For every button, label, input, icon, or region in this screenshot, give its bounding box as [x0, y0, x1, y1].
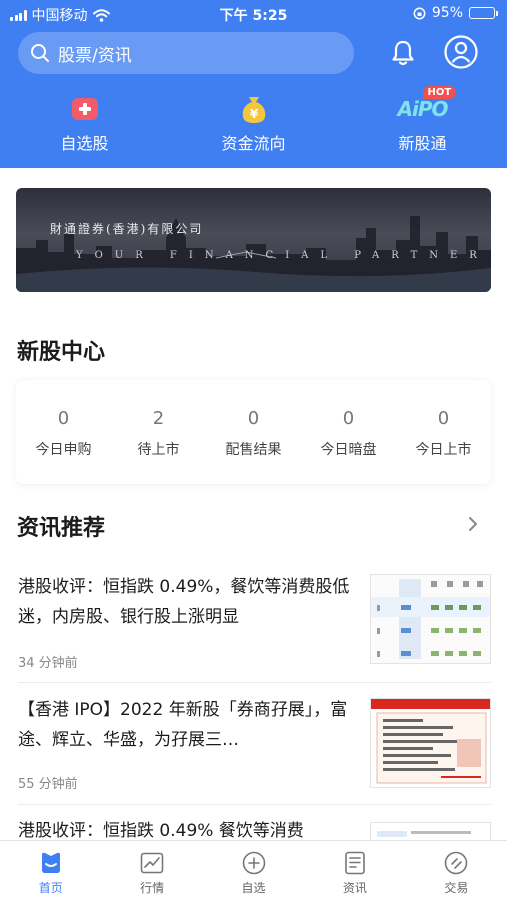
- notification-bell-icon[interactable]: [388, 38, 418, 68]
- news-thumbnail: [370, 574, 491, 664]
- quick-nav-new-ipo[interactable]: AiPO HOT 新股通: [338, 86, 507, 158]
- quick-nav-capital-flow[interactable]: ¥ 资金流向: [169, 92, 338, 158]
- aipo-icon: AiPO: [397, 97, 449, 121]
- promo-banner[interactable]: 財通證券(香港)有限公司 YOUR FINANCIAL PARTNER: [16, 188, 491, 292]
- news-time: 55 分钟前: [18, 777, 78, 792]
- top-header: 中国移动 下午 5:25 95% 股票/资讯 自选股 ¥ 资金流向 AiPO H…: [0, 0, 507, 168]
- news-item[interactable]: 港股收评：恒指跌 0.49% 餐饮等消费: [18, 816, 491, 840]
- orientation-lock-icon: [413, 7, 426, 19]
- ipo-stat-label: 待上市: [137, 442, 180, 458]
- city-skyline-image: [16, 216, 491, 292]
- chevron-right-icon[interactable]: [466, 516, 480, 532]
- banner-title: 財通證券(香港)有限公司: [50, 222, 204, 236]
- tab-news[interactable]: 资讯: [304, 841, 405, 900]
- ipo-stat-label: 今日暗盘: [320, 442, 377, 458]
- quick-nav-watchlist[interactable]: 自选股: [0, 92, 169, 158]
- table-thumbnail-image: [371, 823, 490, 840]
- ipo-stat-value: 2: [152, 408, 165, 429]
- tab-label: 自选: [241, 881, 266, 895]
- user-avatar-icon[interactable]: [444, 35, 478, 69]
- news-time: 34 分钟前: [18, 656, 78, 671]
- news-thumbnail: [370, 822, 491, 840]
- news-item[interactable]: 港股收评：恒指跌 0.49%，餐饮等消费股低迷，内房股、银行股上涨明显 34 分…: [18, 572, 491, 672]
- tab-label: 首页: [38, 881, 63, 895]
- search-placeholder: 股票/资讯: [58, 45, 132, 66]
- svg-text:¥: ¥: [249, 107, 258, 121]
- ipo-stat-grey-market[interactable]: 0 今日暗盘: [301, 380, 396, 484]
- battery-icon: [469, 7, 498, 19]
- news-title: 【香港 IPO】2022 年新股「券商孖展」，富途、辉立、华盛，为孖展三…: [18, 700, 348, 750]
- ipo-stat-allotment-results[interactable]: 0 配售结果: [206, 380, 301, 484]
- ipo-stat-label: 配售结果: [225, 442, 282, 458]
- divider: [18, 682, 491, 683]
- banner-subtitle: YOUR FINANCIAL PARTNER: [76, 250, 489, 261]
- news-item[interactable]: 【香港 IPO】2022 年新股「券商孖展」，富途、辉立、华盛，为孖展三… 55…: [18, 695, 491, 795]
- money-bag-icon: ¥: [242, 97, 265, 123]
- ipo-stat-label: 今日申购: [35, 442, 92, 458]
- news-title: 港股收评：恒指跌 0.49% 餐饮等消费: [18, 821, 304, 840]
- search-input[interactable]: 股票/资讯: [18, 32, 354, 74]
- trade-icon: [445, 851, 468, 875]
- line-chart-icon: [140, 852, 164, 874]
- tab-market[interactable]: 行情: [101, 841, 202, 900]
- ipo-stat-label: 今日上市: [415, 442, 472, 458]
- search-icon: [31, 44, 49, 62]
- ipo-stat-value: 0: [247, 408, 260, 429]
- ipo-stats-card: 0 今日申购 2 待上市 0 配售结果 0 今日暗盘 0 今日上市: [16, 380, 491, 484]
- hot-badge: HOT: [422, 86, 457, 99]
- add-circle-icon: [242, 851, 265, 875]
- tab-trade[interactable]: 交易: [406, 841, 507, 900]
- quick-nav: 自选股 ¥ 资金流向 AiPO HOT 新股通: [0, 86, 507, 158]
- quick-nav-label: 自选股: [60, 134, 109, 153]
- bottom-tab-bar: 首页 行情 自选 资讯 交易: [0, 840, 507, 900]
- ipo-stat-pending-listing[interactable]: 2 待上市: [111, 380, 206, 484]
- ipo-stat-value: 0: [57, 408, 70, 429]
- quick-nav-label: 新股通: [398, 134, 447, 153]
- tab-watchlist[interactable]: 自选: [203, 841, 304, 900]
- tab-label: 资讯: [342, 881, 367, 895]
- news-thumbnail: [370, 698, 491, 788]
- ipo-stat-value: 0: [437, 408, 450, 429]
- status-bar: 中国移动 下午 5:25 95%: [0, 0, 507, 28]
- watchlist-plus-icon: [71, 98, 98, 120]
- ipo-stat-today-subscribe[interactable]: 0 今日申购: [16, 380, 111, 484]
- tab-label: 行情: [140, 881, 165, 895]
- tab-label: 交易: [444, 881, 469, 895]
- divider: [18, 804, 491, 805]
- battery-percent: 95%: [431, 5, 463, 21]
- news-title: 港股收评：恒指跌 0.49%，餐饮等消费股低迷，内房股、银行股上涨明显: [18, 577, 350, 627]
- quick-nav-label: 资金流向: [221, 134, 286, 153]
- ipo-center-title: 新股中心: [17, 340, 106, 365]
- ipo-stat-value: 0: [342, 408, 355, 429]
- home-icon: [41, 852, 60, 873]
- document-thumbnail-image: [371, 699, 490, 787]
- tab-home[interactable]: 首页: [0, 841, 101, 900]
- table-thumbnail-image: [371, 575, 490, 663]
- ipo-stat-today-listing[interactable]: 0 今日上市: [396, 380, 491, 484]
- news-section-title: 资讯推荐: [17, 516, 106, 541]
- news-document-icon: [345, 851, 365, 875]
